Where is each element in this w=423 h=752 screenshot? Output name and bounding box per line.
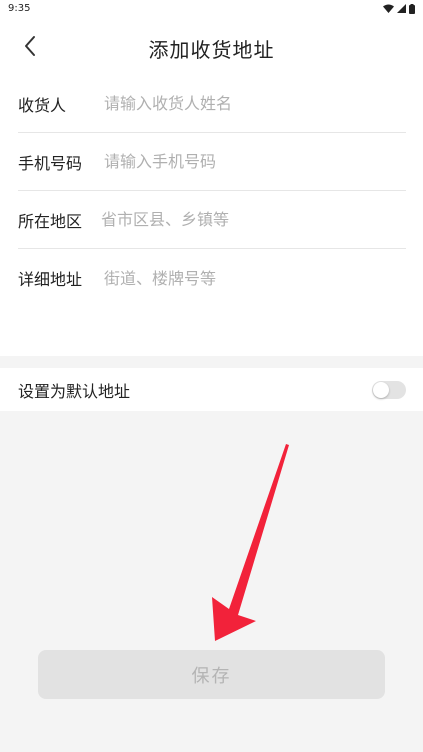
address-form: 收货人 手机号码 所在地区 详细地址 xyxy=(0,75,423,356)
app-header: 添加收货地址 xyxy=(0,17,423,75)
status-bar: 9:35 xyxy=(0,0,423,17)
address-label: 详细地址 xyxy=(18,270,83,289)
default-address-row: 设置为默认地址 xyxy=(0,368,423,411)
status-icons xyxy=(383,3,415,14)
region-input[interactable] xyxy=(101,204,406,235)
wifi-icon xyxy=(383,4,394,13)
form-row-recipient: 收货人 xyxy=(18,75,406,133)
address-input[interactable] xyxy=(104,263,406,293)
form-row-address: 详细地址 xyxy=(18,249,406,307)
save-button-label: 保存 xyxy=(191,665,232,687)
region-label: 所在地区 xyxy=(18,211,83,231)
signal-icon xyxy=(397,4,406,13)
form-row-phone: 手机号码 xyxy=(18,133,406,191)
save-button[interactable]: 保存 xyxy=(38,650,385,699)
phone-label: 手机号码 xyxy=(18,153,83,173)
default-address-label: 设置为默认地址 xyxy=(18,381,131,401)
recipient-label: 收货人 xyxy=(18,95,67,115)
toggle-knob xyxy=(373,381,389,398)
page-title: 添加收货地址 xyxy=(148,38,275,62)
form-row-region: 所在地区 xyxy=(18,191,406,249)
default-address-toggle[interactable] xyxy=(372,380,406,399)
battery-icon xyxy=(409,3,415,14)
status-time: 9:35 xyxy=(8,3,31,14)
screen: 9:35 添加收货地址 收货人 请输入收货人姓名 手机号码 请输入手机号码 所在… xyxy=(0,0,423,752)
recipient-input[interactable] xyxy=(104,88,406,119)
phone-input[interactable] xyxy=(104,146,406,177)
